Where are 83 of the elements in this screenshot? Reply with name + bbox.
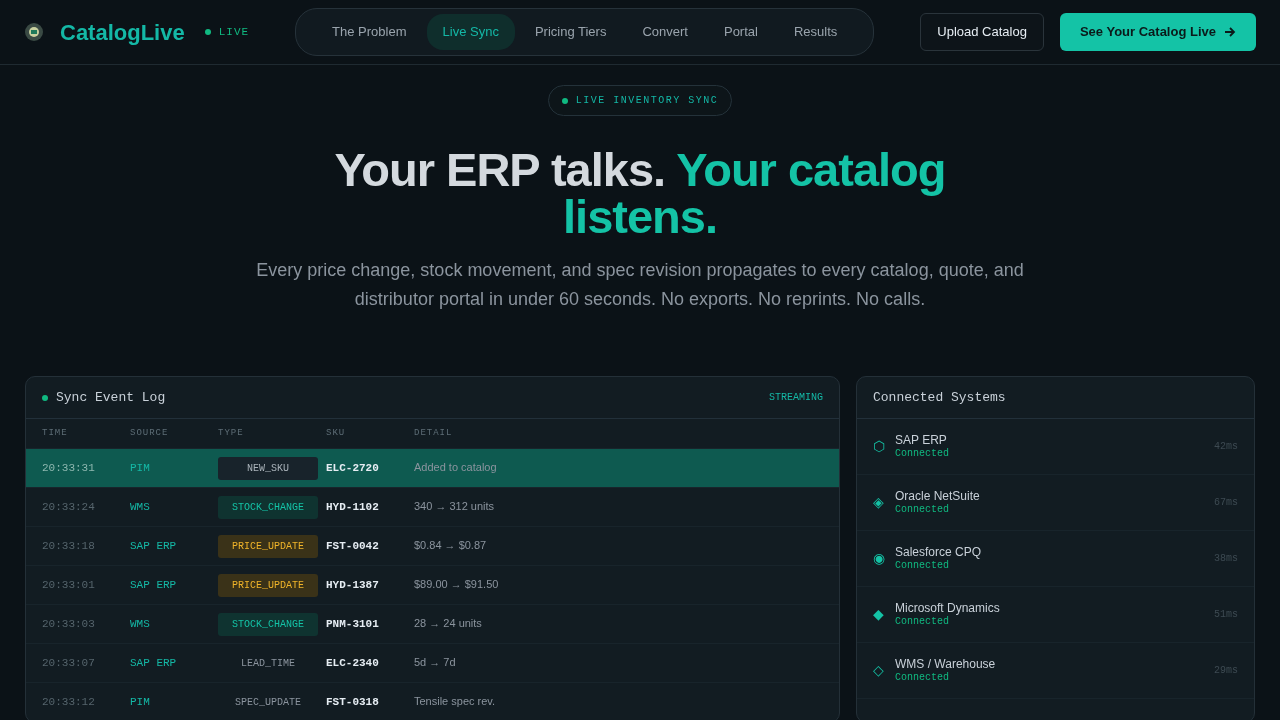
source-cell: PIM	[130, 695, 150, 708]
hero-subtitle: Every price change, stock movement, and spec revision propagates to every catalog, quote, and distributor portal in under 60 seconds. No exports. No reprints. No calls.	[255, 259, 1025, 311]
sku-cell: HYD-1387	[326, 578, 379, 591]
sku-cell: PNM-3101	[326, 617, 379, 630]
source-cell: PIM	[130, 461, 150, 474]
connection-status: Connected	[895, 446, 950, 461]
system-name: WMS / Warehouse	[895, 656, 997, 671]
panel-title: Connected Systems	[873, 388, 1006, 407]
nav-tab[interactable]: The Problem	[316, 14, 423, 50]
status-dot	[204, 29, 211, 35]
detail-cell: 5d → 7d	[414, 656, 456, 669]
type-tag: PRICE_UPDATE	[218, 534, 318, 558]
type-tag: PRICE_UPDATE	[218, 573, 318, 597]
log-row[interactable]: 20:33:01 SAP ERP PRICE_UPDATE HYD-1387 $89.00 → $91.50	[26, 566, 839, 605]
system-icon: ⬡	[873, 436, 887, 457]
time-cell: 20:33:18	[42, 539, 95, 552]
brand-name[interactable]: CatalogLive	[60, 15, 185, 49]
section-badge: LIVE INVENTORY SYNC	[547, 85, 733, 116]
source-cell: SAP ERP	[130, 539, 177, 552]
connection-status: Connected	[895, 670, 950, 685]
time-cell: 20:33:24	[42, 500, 95, 513]
column-header: DETAIL	[414, 426, 453, 440]
log-row[interactable]: 20:33:18 SAP ERP PRICE_UPDATE FST-0042 $0.84 → $0.87	[26, 527, 839, 566]
cta-button[interactable]: See Your Catalog Live	[1059, 13, 1256, 51]
system-name: Microsoft Dynamics	[895, 600, 1001, 615]
logo-icon	[24, 22, 44, 42]
column-header: TIME	[42, 426, 69, 440]
headline: Your ERP talks. Your catalog listens.	[333, 146, 947, 240]
system-name: SAP ERP	[895, 432, 948, 447]
system-name: Salesforce CPQ	[895, 544, 983, 559]
type-tag: LEAD_TIME	[218, 651, 318, 675]
arrow-icon	[1224, 26, 1236, 38]
connection-status: Connected	[895, 615, 950, 629]
time-cell: 20:33:31	[42, 461, 95, 474]
system-name: Oracle NetSuite	[895, 488, 981, 503]
time-cell: 20:33:01	[42, 578, 95, 591]
source-cell: WMS	[130, 617, 150, 630]
sku-cell: HYD-1102	[326, 500, 379, 513]
panel-title: Sync Event Log	[56, 388, 166, 407]
detail-cell: 340 → 312 units	[414, 500, 495, 513]
log-row[interactable]: 20:33:12 PIM SPEC_UPDATE FST-0318 Tensile spec rev.	[26, 683, 839, 720]
nav-tab[interactable]: Live Sync	[426, 14, 515, 50]
nav-tab[interactable]: Pricing Tiers	[518, 14, 623, 50]
detail-cell: Added to catalog	[414, 461, 497, 474]
detail-cell: 28 → 24 units	[414, 617, 482, 630]
type-tag: SPEC_UPDATE	[218, 690, 318, 714]
nav-tab[interactable]: Results	[777, 14, 854, 50]
detail-cell: Tensile spec rev.	[414, 695, 496, 708]
nav-tab[interactable]: Portal	[707, 14, 774, 50]
log-row[interactable]: 20:33:31 PIM NEW_SKU ELC-2720 Added to catalog	[26, 449, 839, 488]
system-icon: ◉	[873, 548, 887, 569]
upload-button[interactable]: Upload Catalog	[920, 13, 1044, 51]
stream-status: STREAMING	[769, 391, 823, 405]
log-row[interactable]: 20:33:07 SAP ERP LEAD_TIME ELC-2340 5d → 7d	[26, 644, 839, 683]
system-icon: ◆	[873, 604, 887, 625]
nav-tab[interactable]: Convert	[626, 14, 704, 50]
time-cell: 20:33:12	[42, 695, 95, 708]
system-icon: ◇	[873, 660, 887, 681]
source-cell: SAP ERP	[130, 656, 177, 669]
connection-status: Connected	[895, 558, 950, 573]
time-cell: 20:33:07	[42, 656, 95, 669]
sku-cell: ELC-2340	[326, 656, 379, 669]
sku-cell: FST-0318	[326, 695, 379, 708]
type-tag: STOCK_CHANGE	[218, 495, 318, 519]
column-header: SOURCE	[130, 426, 170, 440]
time-cell: 20:33:03	[42, 617, 95, 630]
type-tag: STOCK_CHANGE	[218, 612, 318, 636]
detail-cell: $89.00 → $91.50	[414, 578, 499, 591]
sku-cell: ELC-2720	[326, 461, 379, 474]
sku-cell: FST-0042	[326, 539, 379, 552]
column-header: SKU	[326, 426, 347, 440]
source-cell: SAP ERP	[130, 578, 177, 591]
connection-status: Connected	[895, 502, 950, 517]
column-header: TYPE	[218, 426, 245, 440]
system-icon: ◈	[873, 492, 887, 513]
type-tag: NEW_SKU	[218, 456, 318, 480]
source-cell: WMS	[130, 500, 150, 513]
log-row[interactable]: 20:33:03 WMS STOCK_CHANGE PNM-3101 28 → 24 units	[26, 605, 839, 644]
log-row[interactable]: 20:33:24 WMS STOCK_CHANGE HYD-1102 340 → 312 units	[26, 488, 839, 527]
status-dot	[561, 97, 568, 104]
status-dot	[42, 394, 48, 401]
detail-cell: $0.84 → $0.87	[414, 539, 487, 552]
live-label: LIVE	[218, 24, 250, 40]
